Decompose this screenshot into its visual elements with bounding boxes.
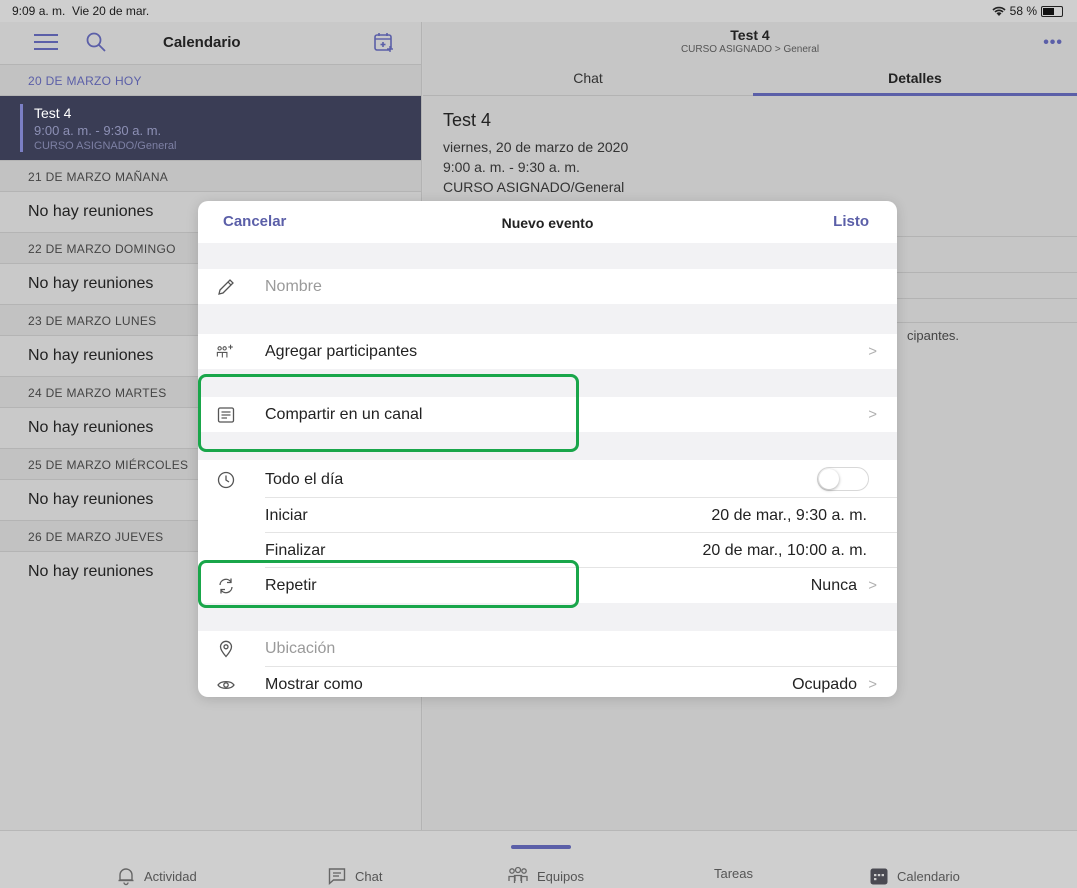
battery-icon	[1041, 5, 1063, 17]
meeting-item-selected[interactable]: Test 4 9:00 a. m. - 9:30 a. m. CURSO ASI…	[0, 96, 421, 160]
wifi-icon	[992, 6, 1006, 16]
highlight-share-channel	[198, 374, 579, 452]
nav-tasks-label: Tareas	[714, 866, 754, 881]
clock-icon	[216, 470, 236, 490]
start-value: 20 de mar., 9:30 a. m.	[711, 507, 867, 524]
status-right: 58 %	[992, 4, 1063, 18]
eye-icon	[216, 675, 236, 695]
details-time: 9:00 a. m. - 9:30 a. m.	[443, 159, 580, 175]
chevron-right-icon: >	[868, 676, 877, 693]
all-day-row: Todo el día	[198, 460, 897, 498]
home-indicator	[511, 845, 571, 849]
status-time-date: 9:09 a. m. Vie 20 de mar.	[12, 4, 150, 18]
meeting-header-title: Test 4	[730, 27, 770, 43]
nav-chat-label: Chat	[355, 868, 383, 884]
more-options-icon[interactable]: •••	[1043, 34, 1063, 52]
calendar-icon	[870, 868, 888, 885]
location-field[interactable]: Ubicación	[198, 631, 897, 666]
highlight-repeat	[198, 560, 579, 608]
meeting-header: Test 4 CURSO ASIGNADO > General •••	[423, 22, 1077, 64]
nav-calendar-label: Calendario	[897, 868, 960, 884]
show-as-label: Mostrar como	[265, 676, 363, 693]
details-title: Test 4	[443, 110, 492, 130]
details-channel: CURSO ASIGNADO/General	[443, 179, 625, 195]
nav-tasks[interactable]: Tareas	[714, 866, 753, 881]
dialog-title: Nuevo evento	[501, 215, 594, 231]
nav-activity-label: Actividad	[144, 868, 197, 884]
meeting-time: 9:00 a. m. - 9:30 a. m.	[34, 123, 162, 138]
meeting-details: Test 4 viernes, 20 de marzo de 2020 9:00…	[423, 96, 1077, 213]
details-date: viernes, 20 de marzo de 2020	[443, 139, 629, 155]
day-header: 21 DE MARZO MAÑANA	[0, 160, 421, 192]
details-divider	[897, 322, 1077, 323]
calendar-header: Calendario	[0, 22, 421, 64]
pencil-icon	[216, 277, 236, 297]
menu-icon[interactable]	[34, 34, 58, 50]
details-tabs: Chat Detalles	[423, 64, 1077, 96]
chat-icon	[328, 868, 346, 886]
add-people-icon	[216, 342, 236, 362]
calendar-title: Calendario	[163, 34, 241, 51]
details-divider	[897, 298, 1077, 299]
battery-percent: 58 %	[1009, 4, 1037, 18]
start-label: Iniciar	[265, 507, 308, 524]
new-event-calendar-icon[interactable]	[373, 31, 395, 53]
bell-icon	[118, 868, 134, 886]
event-name-placeholder: Nombre	[265, 278, 322, 295]
end-label: Finalizar	[265, 542, 326, 559]
nav-teams-label: Equipos	[537, 868, 584, 884]
tab-chat[interactable]: Chat	[423, 64, 753, 96]
chevron-right-icon: >	[868, 343, 877, 360]
nav-teams[interactable]: Equipos	[507, 866, 584, 886]
add-participants-row[interactable]: Agregar participantes >	[198, 334, 897, 369]
dialog-header: Cancelar Nuevo evento Listo	[198, 201, 897, 243]
repeat-value: Nunca	[810, 577, 857, 594]
day-header-today: 20 DE MARZO HOY	[0, 64, 421, 96]
show-as-value: Ocupado	[792, 676, 857, 693]
section-gap	[198, 304, 897, 334]
all-day-label: Todo el día	[265, 471, 344, 488]
meeting-channel: CURSO ASIGNADO/General	[34, 140, 177, 152]
location-placeholder: Ubicación	[265, 640, 336, 657]
start-row[interactable]: Iniciar 20 de mar., 9:30 a. m.	[198, 498, 897, 533]
details-divider	[897, 272, 1077, 273]
end-value: 20 de mar., 10:00 a. m.	[702, 542, 867, 559]
add-participants-label: Agregar participantes	[265, 343, 418, 360]
event-name-field[interactable]: Nombre	[198, 269, 897, 304]
all-day-toggle[interactable]	[817, 467, 869, 491]
chevron-right-icon: >	[868, 406, 877, 423]
done-button[interactable]: Listo	[833, 213, 869, 230]
search-icon[interactable]	[85, 31, 107, 53]
meeting-title: Test 4	[34, 105, 72, 121]
status-bar: 9:09 a. m. Vie 20 de mar. 58 %	[0, 0, 1077, 22]
show-as-row[interactable]: Mostrar como Ocupado >	[198, 667, 897, 697]
details-participants-text: cipantes.	[907, 328, 960, 343]
teams-icon	[508, 866, 528, 883]
location-pin-icon	[216, 639, 236, 659]
nav-calendar[interactable]: Calendario	[869, 866, 960, 886]
nav-activity[interactable]: Actividad	[116, 866, 197, 886]
meeting-header-subtitle: CURSO ASIGNADO > General	[680, 44, 820, 55]
nav-chat[interactable]: Chat	[327, 866, 382, 886]
tab-details[interactable]: Detalles	[753, 64, 1077, 96]
section-gap	[198, 243, 897, 269]
chevron-right-icon: >	[868, 577, 877, 594]
bottom-tab-bar: Actividad Chat Equipos Tareas Calendario	[0, 830, 1077, 888]
details-divider	[897, 236, 1077, 237]
